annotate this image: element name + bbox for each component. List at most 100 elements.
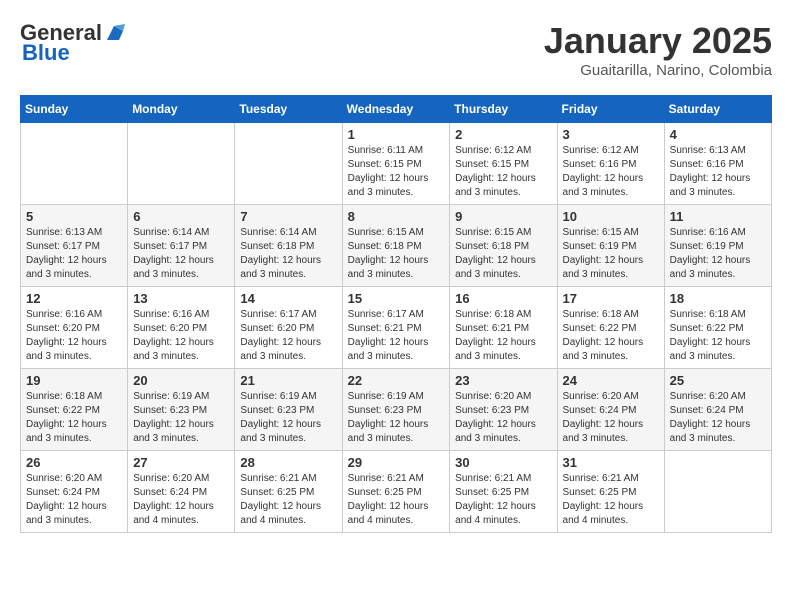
day-number: 19 (26, 373, 122, 388)
cell-content: Sunrise: 6:13 AM Sunset: 6:16 PM Dayligh… (670, 144, 766, 200)
day-number: 28 (240, 455, 336, 470)
calendar-cell: 1Sunrise: 6:11 AM Sunset: 6:15 PM Daylig… (342, 123, 450, 205)
logo-blue: Blue (22, 40, 70, 66)
day-number: 10 (563, 209, 659, 224)
title-area: January 2025 Guaitarilla, Narino, Colomb… (544, 20, 772, 79)
calendar-cell: 10 Sunrise: 6:15 AM Sunset: 6:19 PM Dayli… (557, 205, 664, 287)
day-number: 30 (455, 455, 551, 470)
cell-content: Sunrise: 6:14 AM Sunset: 6:18 PM Dayligh… (240, 226, 336, 282)
day-number: 23 (455, 373, 551, 388)
weekday-header-friday: Friday (557, 96, 664, 123)
calendar-cell (664, 451, 771, 533)
calendar-cell: 20 Sunrise: 6:19 AM Sunset: 6:23 PM Dayli… (128, 369, 235, 451)
day-number: 8 (348, 209, 445, 224)
weekday-header-monday: Monday (128, 96, 235, 123)
weekday-header-tuesday: Tuesday (235, 96, 342, 123)
cell-content: Sunrise: 6:19 AM Sunset: 6:23 PM Dayligh… (240, 390, 336, 446)
day-number: 14 (240, 291, 336, 306)
cell-content: Sunrise: 6:20 AM Sunset: 6:24 PM Dayligh… (26, 472, 122, 528)
calendar-cell: 24 Sunrise: 6:20 AM Sunset: 6:24 PM Dayli… (557, 369, 664, 451)
cell-content: Sunrise: 6:15 AM Sunset: 6:19 PM Dayligh… (563, 226, 659, 282)
day-number: 26 (26, 455, 122, 470)
calendar-cell: 18 Sunrise: 6:18 AM Sunset: 6:22 PM Dayli… (664, 287, 771, 369)
calendar-cell: 30Sunrise: 6:21 AM Sunset: 6:25 PM Dayli… (450, 451, 557, 533)
cell-content: Sunrise: 6:20 AM Sunset: 6:24 PM Dayligh… (670, 390, 766, 446)
calendar-cell: 28 Sunrise: 6:21 AM Sunset: 6:25 PM Dayli… (235, 451, 342, 533)
cell-content: Sunrise: 6:20 AM Sunset: 6:24 PM Dayligh… (563, 390, 659, 446)
header: General Blue January 2025 Guaitarilla, N… (20, 20, 772, 79)
day-number: 7 (240, 209, 336, 224)
calendar-cell: 15 Sunrise: 6:17 AM Sunset: 6:21 PM Dayli… (342, 287, 450, 369)
cell-content: Sunrise: 6:17 AM Sunset: 6:21 PM Dayligh… (348, 308, 445, 364)
weekday-header-thursday: Thursday (450, 96, 557, 123)
day-number: 21 (240, 373, 336, 388)
calendar-cell: 19 Sunrise: 6:18 AM Sunset: 6:22 PM Dayli… (21, 369, 128, 451)
logo: General Blue (20, 20, 125, 66)
calendar-cell: 27Sunrise: 6:20 AM Sunset: 6:24 PM Dayli… (128, 451, 235, 533)
cell-content: Sunrise: 6:14 AM Sunset: 6:17 PM Dayligh… (133, 226, 229, 282)
day-number: 6 (133, 209, 229, 224)
cell-content: Sunrise: 6:18 AM Sunset: 6:21 PM Dayligh… (455, 308, 551, 364)
day-number: 2 (455, 127, 551, 142)
cell-content: Sunrise: 6:19 AM Sunset: 6:23 PM Dayligh… (348, 390, 445, 446)
weekday-header-saturday: Saturday (664, 96, 771, 123)
calendar-week-5: 26 Sunrise: 6:20 AM Sunset: 6:24 PM Dayli… (21, 451, 772, 533)
cell-content: Sunrise: 6:16 AM Sunset: 6:20 PM Dayligh… (26, 308, 122, 364)
calendar-cell (21, 123, 128, 205)
day-number: 1 (348, 127, 445, 142)
calendar-week-4: 19 Sunrise: 6:18 AM Sunset: 6:22 PM Dayli… (21, 369, 772, 451)
calendar-cell: 9 Sunrise: 6:15 AM Sunset: 6:18 PM Daylig… (450, 205, 557, 287)
calendar-cell: 26 Sunrise: 6:20 AM Sunset: 6:24 PM Dayli… (21, 451, 128, 533)
day-number: 3 (563, 127, 659, 142)
calendar-week-1: 1Sunrise: 6:11 AM Sunset: 6:15 PM Daylig… (21, 123, 772, 205)
calendar-cell: 23 Sunrise: 6:20 AM Sunset: 6:23 PM Dayli… (450, 369, 557, 451)
day-number: 24 (563, 373, 659, 388)
cell-content: Sunrise: 6:18 AM Sunset: 6:22 PM Dayligh… (670, 308, 766, 364)
cell-content: Sunrise: 6:16 AM Sunset: 6:20 PM Dayligh… (133, 308, 229, 364)
weekday-header-wednesday: Wednesday (342, 96, 450, 123)
calendar-cell: 3 Sunrise: 6:12 AM Sunset: 6:16 PM Daylig… (557, 123, 664, 205)
calendar-cell: 7 Sunrise: 6:14 AM Sunset: 6:18 PM Daylig… (235, 205, 342, 287)
day-number: 16 (455, 291, 551, 306)
day-number: 25 (670, 373, 766, 388)
day-number: 17 (563, 291, 659, 306)
calendar-cell: 13 Sunrise: 6:16 AM Sunset: 6:20 PM Dayli… (128, 287, 235, 369)
calendar-cell: 2Sunrise: 6:12 AM Sunset: 6:15 PM Daylig… (450, 123, 557, 205)
cell-content: Sunrise: 6:20 AM Sunset: 6:24 PM Dayligh… (133, 472, 229, 528)
day-number: 15 (348, 291, 445, 306)
cell-content: Sunrise: 6:19 AM Sunset: 6:23 PM Dayligh… (133, 390, 229, 446)
calendar-cell: 31Sunrise: 6:21 AM Sunset: 6:25 PM Dayli… (557, 451, 664, 533)
calendar-cell: 29Sunrise: 6:21 AM Sunset: 6:25 PM Dayli… (342, 451, 450, 533)
cell-content: Sunrise: 6:21 AM Sunset: 6:25 PM Dayligh… (240, 472, 336, 528)
weekday-header-row: SundayMondayTuesdayWednesdayThursdayFrid… (21, 96, 772, 123)
day-number: 9 (455, 209, 551, 224)
cell-content: Sunrise: 6:21 AM Sunset: 6:25 PM Dayligh… (348, 472, 445, 528)
weekday-header-sunday: Sunday (21, 96, 128, 123)
calendar-week-2: 5Sunrise: 6:13 AM Sunset: 6:17 PM Daylig… (21, 205, 772, 287)
day-number: 5 (26, 209, 122, 224)
calendar-cell: 22Sunrise: 6:19 AM Sunset: 6:23 PM Dayli… (342, 369, 450, 451)
cell-content: Sunrise: 6:20 AM Sunset: 6:23 PM Dayligh… (455, 390, 551, 446)
day-number: 20 (133, 373, 229, 388)
day-number: 12 (26, 291, 122, 306)
calendar-cell: 12 Sunrise: 6:16 AM Sunset: 6:20 PM Dayli… (21, 287, 128, 369)
calendar-cell: 11Sunrise: 6:16 AM Sunset: 6:19 PM Dayli… (664, 205, 771, 287)
calendar-cell: 14Sunrise: 6:17 AM Sunset: 6:20 PM Dayli… (235, 287, 342, 369)
calendar-cell: 25 Sunrise: 6:20 AM Sunset: 6:24 PM Dayli… (664, 369, 771, 451)
location-title: Guaitarilla, Narino, Colombia (544, 62, 772, 79)
day-number: 18 (670, 291, 766, 306)
calendar-cell: 21 Sunrise: 6:19 AM Sunset: 6:23 PM Dayli… (235, 369, 342, 451)
calendar-cell: 4Sunrise: 6:13 AM Sunset: 6:16 PM Daylig… (664, 123, 771, 205)
day-number: 31 (563, 455, 659, 470)
calendar-week-3: 12 Sunrise: 6:16 AM Sunset: 6:20 PM Dayli… (21, 287, 772, 369)
cell-content: Sunrise: 6:12 AM Sunset: 6:16 PM Dayligh… (563, 144, 659, 200)
day-number: 13 (133, 291, 229, 306)
calendar-cell: 6 Sunrise: 6:14 AM Sunset: 6:17 PM Daylig… (128, 205, 235, 287)
cell-content: Sunrise: 6:15 AM Sunset: 6:18 PM Dayligh… (455, 226, 551, 282)
cell-content: Sunrise: 6:16 AM Sunset: 6:19 PM Dayligh… (670, 226, 766, 282)
calendar-cell: 16 Sunrise: 6:18 AM Sunset: 6:21 PM Dayli… (450, 287, 557, 369)
calendar-cell: 5Sunrise: 6:13 AM Sunset: 6:17 PM Daylig… (21, 205, 128, 287)
calendar-cell: 8Sunrise: 6:15 AM Sunset: 6:18 PM Daylig… (342, 205, 450, 287)
cell-content: Sunrise: 6:18 AM Sunset: 6:22 PM Dayligh… (26, 390, 122, 446)
logo-bird-icon (103, 22, 125, 44)
